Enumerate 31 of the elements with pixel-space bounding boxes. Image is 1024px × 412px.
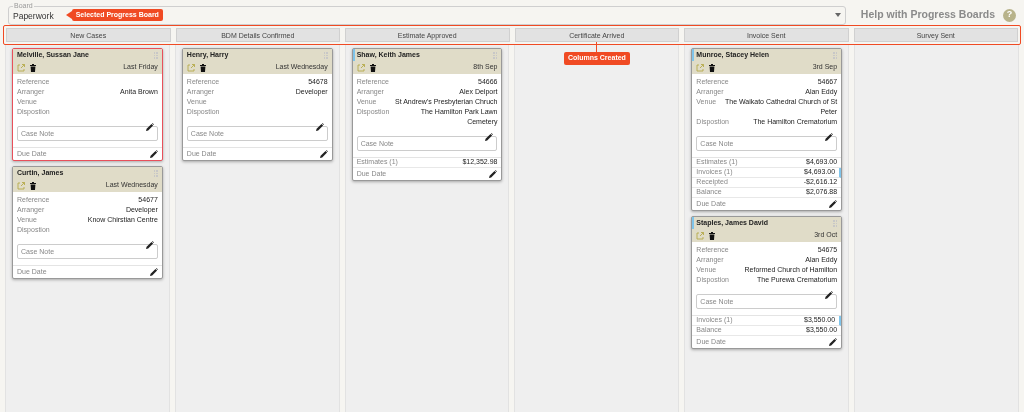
pencil-icon[interactable] [149, 150, 158, 158]
pencil-icon[interactable] [315, 122, 324, 131]
board-value: Paperwork [13, 9, 54, 23]
accent-stripe [692, 49, 695, 61]
pencil-icon[interactable] [829, 200, 838, 208]
drag-handle-icon[interactable] [833, 52, 838, 58]
help-icon[interactable]: ? [1003, 8, 1016, 22]
trash-icon[interactable] [30, 63, 36, 72]
accent-stripe [352, 49, 355, 61]
pencil-icon[interactable] [145, 122, 154, 131]
trash-icon[interactable] [369, 63, 376, 72]
pencil-icon[interactable] [485, 132, 494, 141]
help-link[interactable]: Help with Progress Boards [860, 7, 995, 23]
trash-icon[interactable] [709, 63, 716, 72]
pencil-icon[interactable] [319, 150, 328, 158]
drag-handle-icon[interactable] [153, 52, 158, 58]
trash-icon[interactable] [199, 63, 206, 72]
trash-icon[interactable] [30, 181, 36, 190]
pencil-icon[interactable] [145, 240, 154, 249]
trash-icon[interactable] [709, 231, 716, 240]
accent-stripe [692, 217, 695, 229]
pencil-icon[interactable] [149, 268, 158, 276]
pencil-icon[interactable] [829, 338, 838, 346]
drag-handle-icon[interactable] [833, 220, 838, 226]
pencil-icon[interactable] [489, 170, 498, 178]
pencil-icon[interactable] [825, 132, 834, 141]
drag-handle-icon[interactable] [323, 52, 328, 58]
drag-handle-icon[interactable] [153, 170, 158, 176]
dropdown-caret-icon [835, 13, 841, 17]
drag-handle-icon[interactable] [493, 52, 498, 58]
pencil-icon[interactable] [825, 290, 834, 299]
